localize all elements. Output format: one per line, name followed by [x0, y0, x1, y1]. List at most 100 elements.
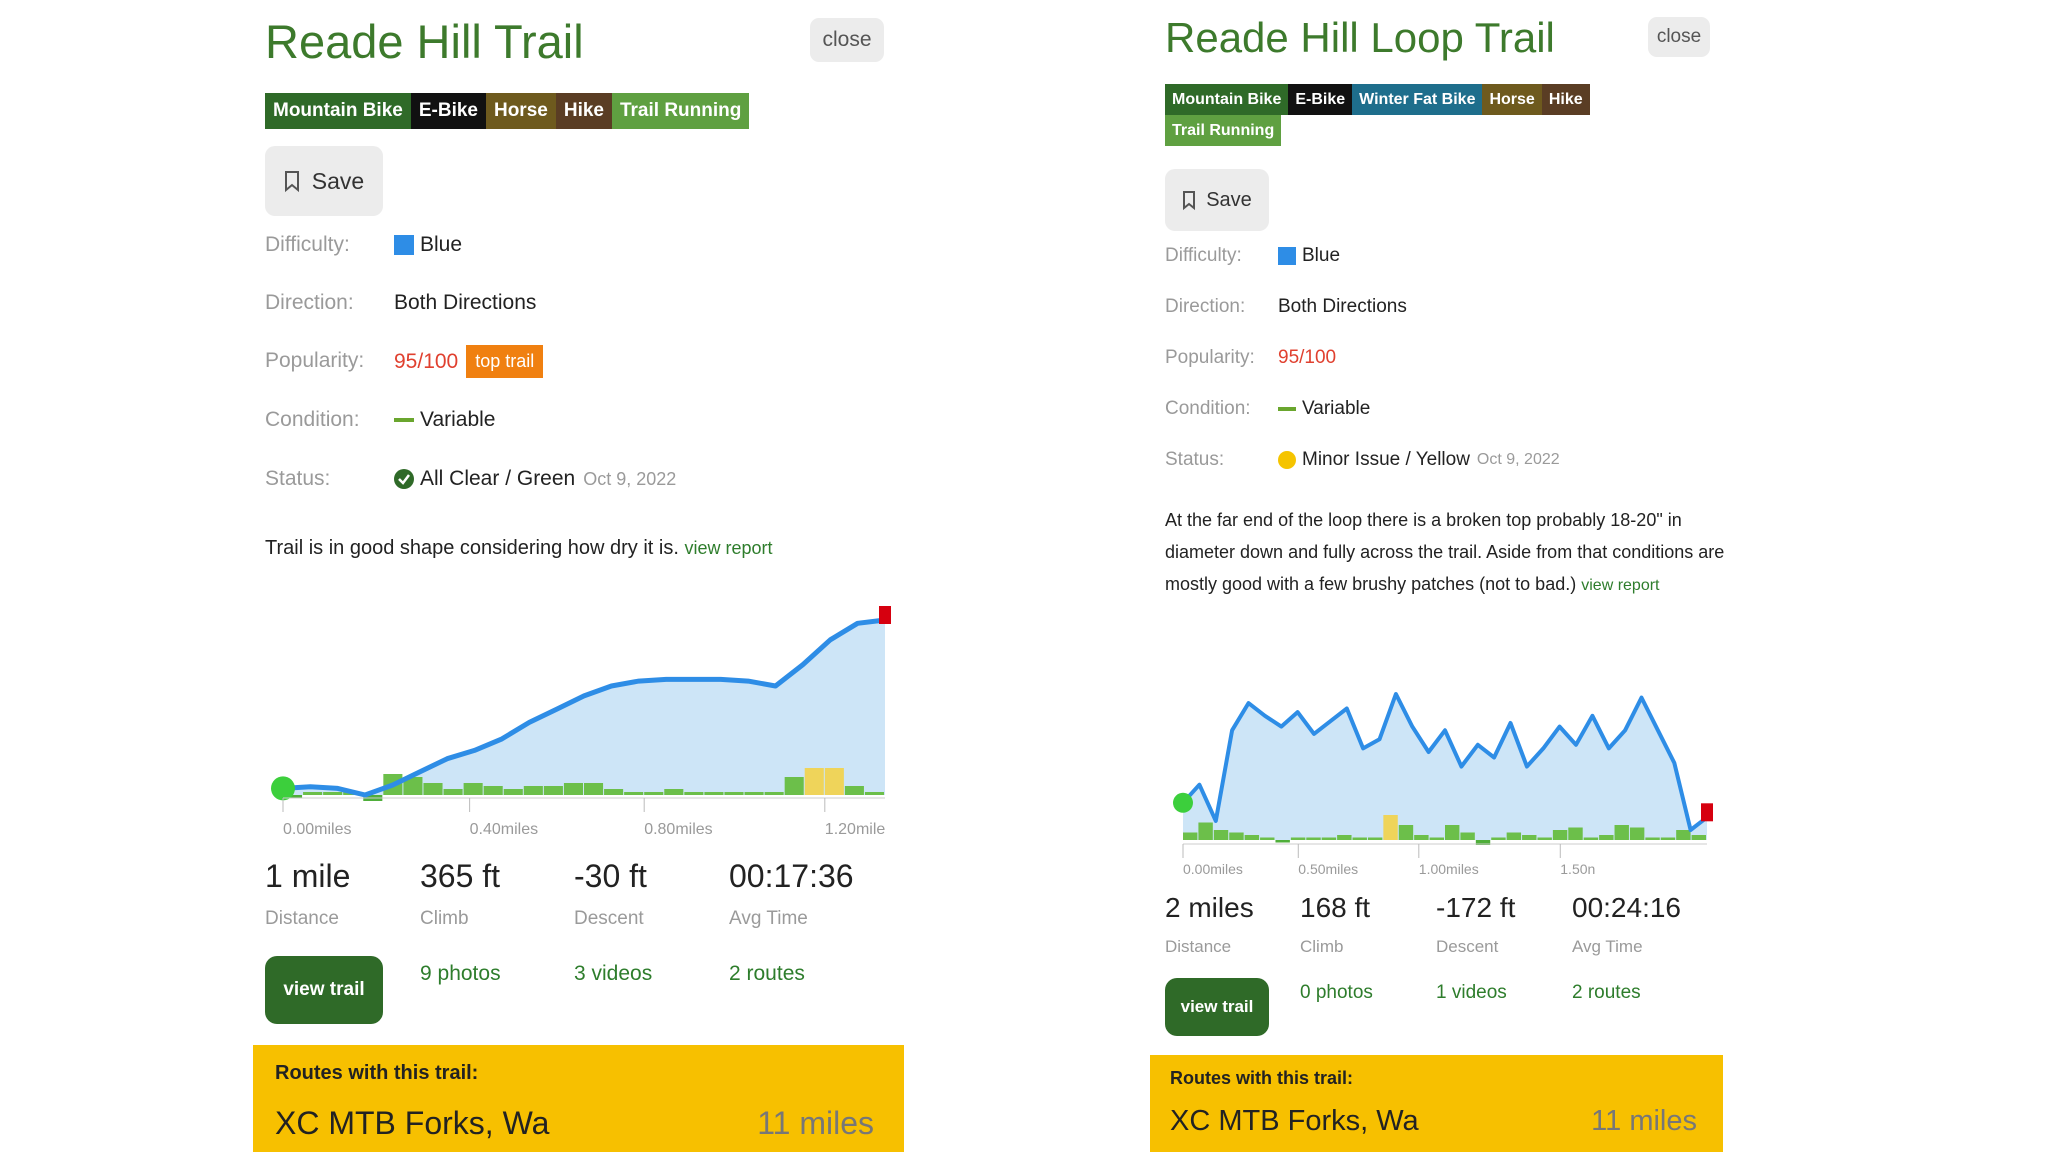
report-text: Trail is in good shape considering how d… — [265, 537, 679, 559]
grade-bar — [443, 789, 463, 795]
difficulty-value: Blue — [1278, 245, 1340, 267]
climb-label: Climb — [1300, 937, 1344, 956]
grade-bar — [1491, 837, 1506, 840]
grade-bar — [784, 777, 804, 795]
grade-bar — [1552, 830, 1568, 840]
variable-dash-icon — [1278, 407, 1296, 411]
trail-title: Reade Hill Loop Trail — [1165, 14, 1555, 61]
grade-bar — [483, 786, 503, 795]
grade-bar — [644, 792, 664, 795]
grade-bar — [1367, 837, 1383, 840]
grade-bar — [824, 768, 844, 795]
avg-time-value: 00:17:36 — [729, 858, 854, 894]
bookmark-icon — [1182, 191, 1196, 211]
grade-bar — [664, 789, 684, 795]
popularity-value: 95/100 top trail — [394, 345, 544, 378]
grade-bar — [1460, 832, 1475, 840]
status-text: Minor Issue / Yellow — [1302, 449, 1470, 470]
photos-link[interactable]: 0 photos — [1300, 982, 1373, 1004]
grade-bar — [1583, 837, 1599, 840]
activity-tags: Mountain Bike E-Bike Horse Hike Trail Runnin… — [265, 93, 885, 129]
difficulty-value: Blue — [394, 233, 462, 257]
blue-square-icon — [1278, 247, 1296, 265]
grade-bar — [1244, 835, 1260, 840]
avg-time-value: 00:24:16 — [1572, 892, 1681, 923]
view-report-link[interactable]: view report — [684, 538, 772, 558]
view-trail-button[interactable]: view trail — [1165, 978, 1269, 1036]
end-marker — [879, 606, 891, 624]
grade-bar — [1614, 825, 1629, 840]
direction-label: Direction: — [1165, 296, 1246, 317]
view-trail-label: view trail — [1180, 997, 1254, 1016]
status-label: Status: — [1165, 449, 1225, 470]
start-marker — [271, 776, 295, 801]
trail-panel-reade-hill-loop: Reade Hill Loop Trail close Mountain Bik… — [1024, 0, 2048, 1152]
grade-bar — [1676, 830, 1691, 840]
difficulty-label: Difficulty: — [1165, 245, 1242, 266]
tag-e-bike: E-Bike — [1288, 84, 1353, 115]
grade-bar — [1352, 837, 1367, 840]
climb-value: 365 ft — [420, 858, 501, 894]
descent-value: -172 ft — [1436, 892, 1516, 923]
routes-heading: Routes with this trail: — [275, 1062, 479, 1084]
difficulty-label: Difficulty: — [265, 233, 350, 256]
route-name[interactable]: XC MTB Forks, Wa — [1170, 1105, 1419, 1138]
routes-heading: Routes with this trail: — [1170, 1068, 1354, 1088]
start-marker — [1173, 792, 1193, 813]
view-trail-label: view trail — [283, 979, 365, 1000]
tag-winter-fat-bike: Winter Fat Bike — [1352, 84, 1483, 115]
save-label: Save — [311, 167, 365, 194]
grade-bar — [463, 783, 483, 795]
grade-bar — [1260, 837, 1275, 840]
routes-link[interactable]: 2 routes — [1572, 982, 1641, 1004]
grade-bar — [1506, 832, 1522, 840]
condition-value: Variable — [1278, 398, 1370, 420]
grade-bar — [1398, 825, 1414, 840]
popularity-label: Popularity: — [265, 349, 365, 372]
route-name[interactable]: XC MTB Forks, Wa — [275, 1105, 549, 1142]
grade-bar — [584, 783, 604, 795]
end-marker — [1701, 803, 1713, 822]
grade-bar — [1445, 825, 1460, 840]
grade-bar — [744, 792, 764, 795]
x-tick-label: 0.80miles — [644, 821, 712, 838]
grade-bar — [563, 783, 583, 795]
grade-bar — [1213, 830, 1229, 840]
tag-hike: Hike — [1541, 84, 1590, 115]
direction-value: Both Directions — [1278, 296, 1407, 317]
tag-trail-running: Trail Running — [1165, 115, 1282, 146]
check-circle-icon — [394, 469, 414, 489]
descent-value: -30 ft — [574, 858, 647, 894]
save-button[interactable]: Save — [265, 146, 383, 216]
distance-value: 1 mile — [265, 858, 351, 894]
videos-link[interactable]: 3 videos — [574, 962, 652, 986]
grade-bar — [1383, 815, 1398, 840]
close-button[interactable]: close — [1648, 17, 1710, 57]
close-label: close — [822, 28, 872, 51]
x-tick-label: 1.20mile — [825, 821, 886, 838]
routes-link[interactable]: 2 routes — [729, 962, 805, 986]
route-miles: 11 miles — [757, 1105, 874, 1141]
tag-e-bike: E-Bike — [410, 93, 486, 129]
grade-bar — [724, 792, 744, 795]
close-button[interactable]: close — [810, 18, 884, 62]
grade-bar — [764, 792, 784, 795]
grade-bar — [844, 786, 864, 795]
tag-horse: Horse — [485, 93, 556, 129]
grade-bar — [1290, 837, 1306, 840]
videos-link[interactable]: 1 videos — [1436, 982, 1507, 1004]
grade-bar — [1414, 835, 1429, 840]
popularity-label: Popularity: — [1165, 347, 1255, 368]
view-report-link[interactable]: view report — [1581, 577, 1659, 594]
grade-bar — [804, 768, 824, 795]
condition-text: Variable — [420, 408, 496, 431]
photos-link[interactable]: 9 photos — [420, 962, 501, 986]
view-trail-button[interactable]: view trail — [265, 956, 383, 1024]
grade-bar — [624, 792, 644, 795]
grade-bar — [1645, 837, 1660, 840]
save-button[interactable]: Save — [1165, 169, 1269, 231]
grade-bar — [1629, 827, 1645, 840]
grade-bar — [604, 789, 624, 795]
grade-bar — [503, 789, 523, 795]
x-tick-label: 1.50n — [1560, 861, 1595, 877]
